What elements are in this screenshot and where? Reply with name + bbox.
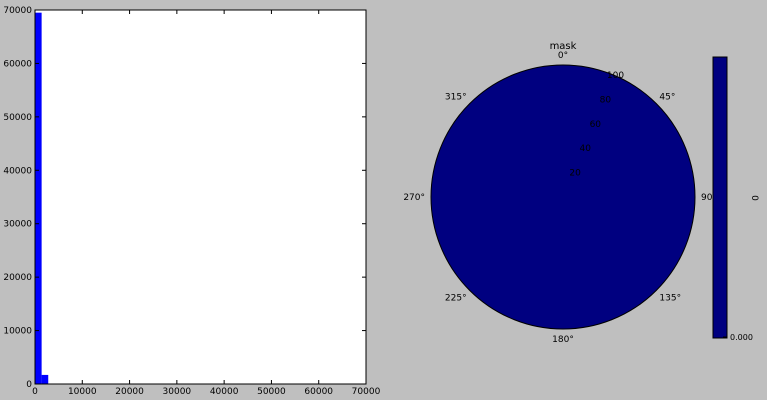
y-tick-label: 40000 <box>3 166 32 176</box>
polar-radial-label: 40 <box>579 144 591 154</box>
histogram-bar <box>35 12 42 385</box>
colorbar-tick-label: 0.000 <box>730 333 753 342</box>
x-tick-label: 60000 <box>304 387 333 397</box>
x-tick-label: 0 <box>32 387 38 397</box>
polar-radial-label: 80 <box>600 95 612 105</box>
colorbar-label: 0 <box>749 195 759 201</box>
polar-angle-label: 270° <box>403 193 425 203</box>
x-tick-label: 70000 <box>352 387 381 397</box>
y-tick-label: 60000 <box>3 59 32 69</box>
polar-angle-label: 180° <box>552 335 574 345</box>
colorbar: 0.000 0 <box>712 56 759 342</box>
polar-radial-label: 100 <box>607 71 624 81</box>
colorbar-gradient <box>712 56 728 339</box>
histogram-plot-area <box>35 10 366 384</box>
polar-angle-label: 45° <box>659 93 675 103</box>
y-tick-label: 70000 <box>3 6 32 16</box>
polar-radial-label: 20 <box>569 169 581 179</box>
y-tick-label: 50000 <box>3 113 32 123</box>
polar-radial-label: 60 <box>590 120 602 130</box>
x-tick-label: 30000 <box>163 387 192 397</box>
polar-angle-label: 135° <box>659 293 681 303</box>
polar-angle-label: 315° <box>445 93 467 103</box>
y-tick-label: 30000 <box>3 220 32 230</box>
polar-angle-label: 0° <box>558 51 568 61</box>
histogram-bar <box>41 374 49 384</box>
x-tick-label: 50000 <box>257 387 286 397</box>
y-tick-label: 0 <box>26 380 32 390</box>
x-tick-label: 40000 <box>210 387 239 397</box>
x-tick-label: 20000 <box>115 387 144 397</box>
histogram-chart: 0 10000 20000 30000 40000 50000 60000 70000 0 100… <box>3 6 380 397</box>
polar-angle-label: 225° <box>445 293 467 303</box>
polar-mask-chart: mask 0°45°90°135°180°225°270°315° 204060… <box>403 41 717 345</box>
figure: 0 10000 20000 30000 40000 50000 60000 70000 0 100… <box>3 6 759 397</box>
y-tick-label: 10000 <box>3 327 32 337</box>
x-tick-label: 10000 <box>68 387 97 397</box>
y-tick-label: 20000 <box>3 273 32 283</box>
polar-disk <box>430 64 696 330</box>
